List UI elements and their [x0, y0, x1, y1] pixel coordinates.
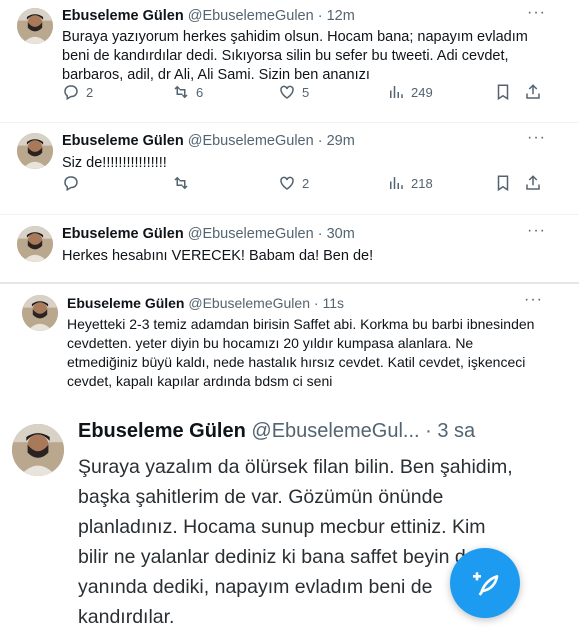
- like-button[interactable]: 2: [278, 174, 309, 192]
- like-count: 5: [302, 84, 310, 100]
- reply-button[interactable]: [62, 174, 80, 192]
- author-name[interactable]: Ebuseleme Gülen: [67, 295, 184, 311]
- like-button[interactable]: 5: [278, 83, 309, 101]
- views-icon: [390, 177, 403, 189]
- avatar[interactable]: [22, 295, 58, 331]
- divider: [0, 122, 579, 123]
- more-icon[interactable]: ···: [527, 222, 546, 240]
- views-count: 249: [411, 84, 433, 100]
- retweet-icon: [174, 85, 188, 99]
- author-name[interactable]: Ebuseleme Gülen: [78, 420, 246, 442]
- compose-button[interactable]: [450, 548, 520, 618]
- like-icon: [280, 176, 294, 190]
- bookmark-button[interactable]: [494, 83, 512, 101]
- bookmark-button[interactable]: [494, 174, 512, 192]
- views-button[interactable]: 249: [387, 83, 433, 101]
- avatar[interactable]: [17, 8, 53, 44]
- share-button[interactable]: [524, 174, 542, 192]
- tweet-text: Buraya yazıyorum herkes şahidim olsun. H…: [62, 29, 528, 83]
- like-icon: [280, 85, 294, 99]
- author-handle[interactable]: @EbuselemeGulen: [188, 133, 314, 149]
- avatar[interactable]: [17, 226, 53, 262]
- author-name[interactable]: Ebuseleme Gülen: [62, 133, 184, 149]
- author-handle[interactable]: @EbuselemeGulen: [188, 295, 310, 311]
- more-icon[interactable]: ···: [527, 129, 546, 147]
- timestamp[interactable]: · 29m: [318, 133, 355, 149]
- share-button[interactable]: [524, 83, 542, 101]
- tweet-text: Herkes hesabını VERECEK! Babam da! Ben d…: [62, 248, 374, 264]
- reply-icon: [64, 176, 78, 192]
- reply-button[interactable]: 2: [62, 83, 93, 101]
- more-icon[interactable]: ···: [524, 291, 543, 309]
- reply-icon: [64, 85, 78, 101]
- retweet-icon: [174, 176, 188, 190]
- retweet-button[interactable]: [172, 174, 190, 192]
- author-handle[interactable]: @EbuselemeGulen: [188, 8, 314, 24]
- views-count: 218: [411, 175, 433, 191]
- tweet-text: Şuraya yazalım da ölürsek filan bilin. B…: [78, 456, 513, 628]
- author-name[interactable]: Ebuseleme Gülen: [62, 8, 184, 24]
- avatar[interactable]: [12, 424, 64, 476]
- timestamp[interactable]: · 11s: [314, 295, 344, 311]
- author-handle[interactable]: @EbuselemeGul...: [251, 420, 419, 442]
- views-icon: [390, 86, 403, 98]
- reply-count: 2: [86, 84, 94, 100]
- retweet-button[interactable]: 6: [172, 83, 203, 101]
- more-icon[interactable]: ···: [527, 4, 546, 22]
- divider: [0, 282, 579, 284]
- avatar[interactable]: [17, 133, 53, 169]
- bookmark-icon: [497, 84, 509, 101]
- bookmark-icon: [497, 175, 509, 192]
- share-icon: [526, 84, 540, 99]
- timestamp[interactable]: · 30m: [318, 226, 355, 242]
- views-button[interactable]: 218: [387, 174, 433, 192]
- author-handle[interactable]: @EbuselemeGulen: [188, 226, 314, 242]
- tweet-text: Siz de!!!!!!!!!!!!!!!!: [62, 155, 167, 171]
- timestamp[interactable]: · 12m: [318, 8, 355, 24]
- timestamp[interactable]: · 3 sa: [425, 420, 475, 442]
- divider: [0, 214, 579, 215]
- like-count: 2: [302, 175, 310, 191]
- tweet-text: Heyetteki 2-3 temiz adamdan birisin Saff…: [67, 316, 535, 389]
- retweet-count: 6: [196, 84, 204, 100]
- compose-icon: [473, 572, 499, 596]
- share-icon: [526, 175, 540, 190]
- author-name[interactable]: Ebuseleme Gülen: [62, 226, 184, 242]
